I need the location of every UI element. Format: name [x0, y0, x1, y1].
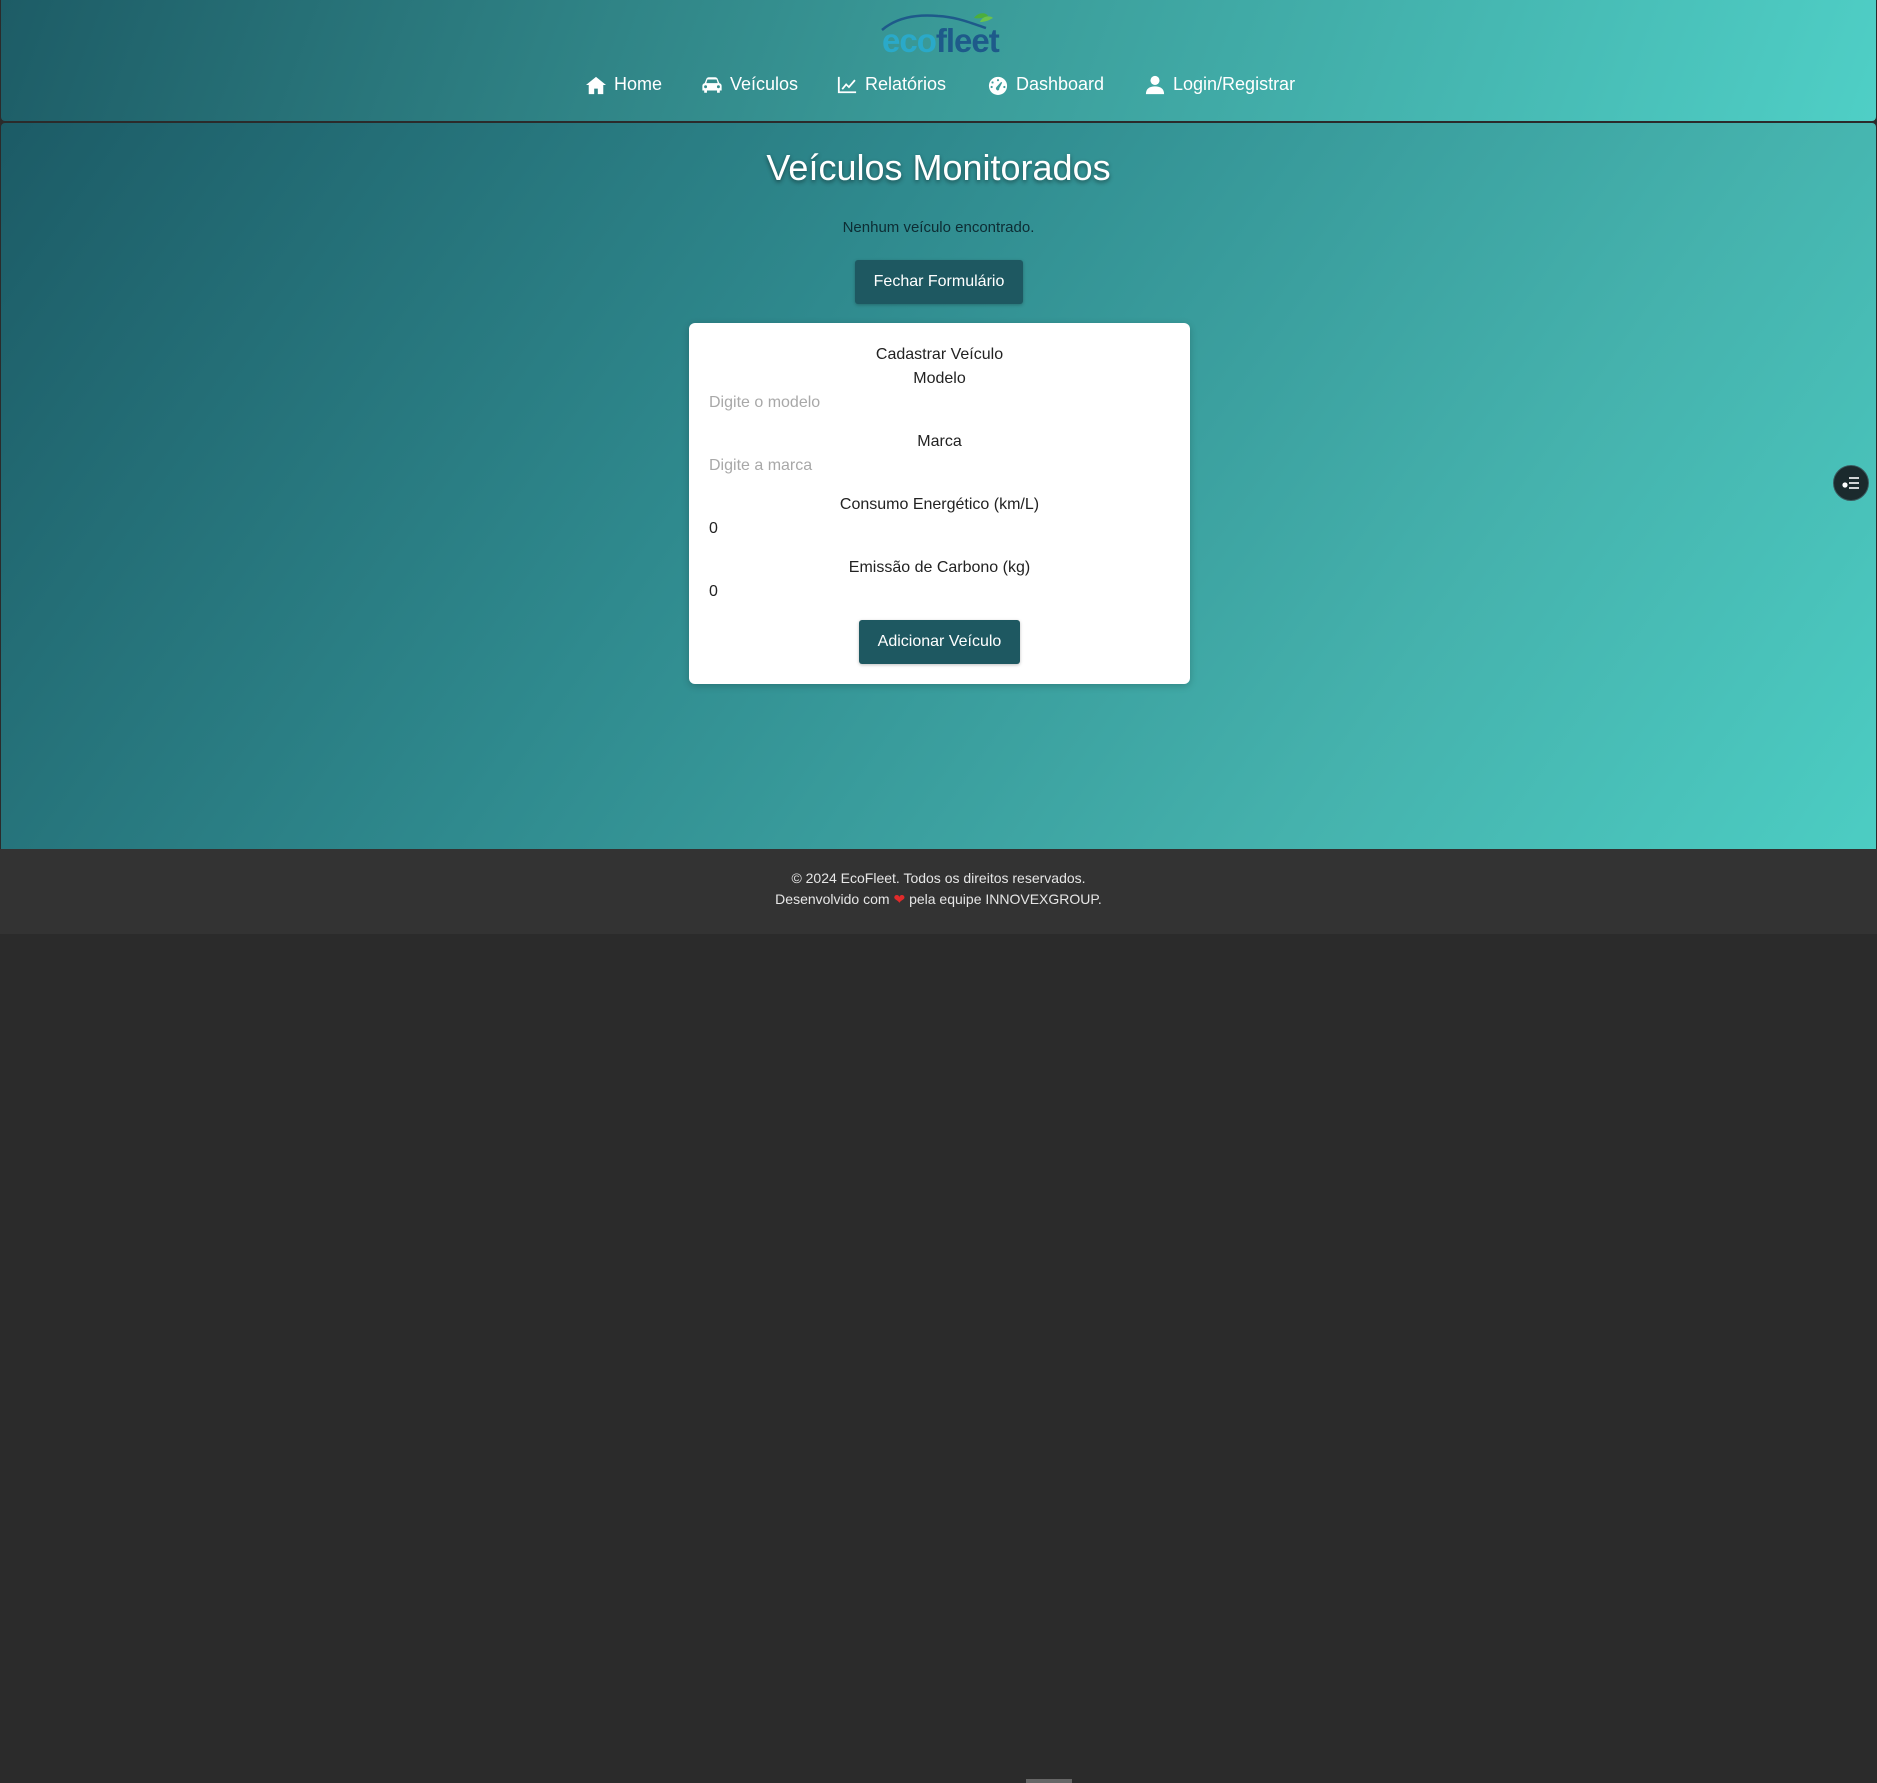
- nav-item-login[interactable]: Login/Registrar: [1144, 74, 1295, 95]
- nav-label-veiculos: Veículos: [730, 74, 799, 94]
- model-input[interactable]: [709, 392, 1169, 414]
- model-label: Modelo: [913, 370, 966, 387]
- carbon-emission-input[interactable]: [709, 581, 1169, 603]
- car-icon: [702, 76, 722, 93]
- logo-fleet: fleet: [935, 22, 1000, 59]
- nav-item-veiculos[interactable]: Veículos: [701, 74, 798, 95]
- page-title: Veículos Monitorados: [766, 147, 1111, 188]
- nav-item-dashboard[interactable]: Dashboard: [987, 74, 1104, 95]
- chart-line-icon: [837, 76, 857, 93]
- nav-label-relatorios: Relatórios: [865, 74, 947, 94]
- form-title: Cadastrar Veículo: [875, 346, 1004, 363]
- add-vehicle-button[interactable]: Adicionar Veículo: [859, 620, 1020, 664]
- floating-menu-button[interactable]: [1833, 465, 1869, 501]
- user-icon: [1145, 75, 1165, 94]
- nav-item-relatorios[interactable]: Relatórios: [836, 74, 946, 95]
- site-header: ecofleet Home Veículos Relatórios Dashbo…: [1, 0, 1876, 121]
- footer-dev-suffix: pela equipe INNOVEXGROUP.: [909, 891, 1102, 907]
- footer-copyright: © 2024 EcoFleet. Todos os direitos reser…: [791, 870, 1086, 886]
- energy-consumption-input[interactable]: [709, 518, 1169, 540]
- brand-label: Marca: [917, 433, 962, 450]
- empty-vehicles-message: Nenhum veículo encontrado.: [842, 219, 1035, 236]
- energy-consumption-label: Consumo Energético (km/L): [839, 496, 1040, 513]
- list-settings-icon: [1842, 477, 1859, 489]
- ecofleet-logo[interactable]: ecofleet: [876, 12, 1006, 59]
- heart-icon: ❤: [893, 891, 906, 907]
- nav-label-home: Home: [614, 74, 663, 94]
- home-icon: [586, 76, 606, 94]
- logo-text: ecofleet: [882, 22, 1000, 60]
- nav-label-dashboard: Dashboard: [1016, 74, 1105, 94]
- brand-input[interactable]: [709, 455, 1169, 477]
- main-content: Veículos Monitorados Nenhum veículo enco…: [1, 123, 1876, 849]
- site-footer: © 2024 EcoFleet. Todos os direitos reser…: [0, 849, 1877, 1783]
- logo-eco: eco: [882, 22, 937, 59]
- nav-item-home[interactable]: Home: [585, 74, 662, 95]
- vehicle-form: Cadastrar Veículo Modelo Marca Consumo E…: [689, 323, 1190, 684]
- footer-credits: Desenvolvido com ❤ pela equipe INNOVEXGR…: [0, 891, 1877, 908]
- nav-label-login: Login/Registrar: [1173, 74, 1296, 94]
- footer-dev-prefix: Desenvolvido com: [775, 891, 890, 907]
- carbon-emission-label: Emissão de Carbono (kg): [848, 559, 1031, 576]
- gauge-icon: [988, 76, 1008, 95]
- scrollbar-thumb[interactable]: [1026, 1779, 1072, 1783]
- close-form-button[interactable]: Fechar Formulário: [855, 260, 1023, 304]
